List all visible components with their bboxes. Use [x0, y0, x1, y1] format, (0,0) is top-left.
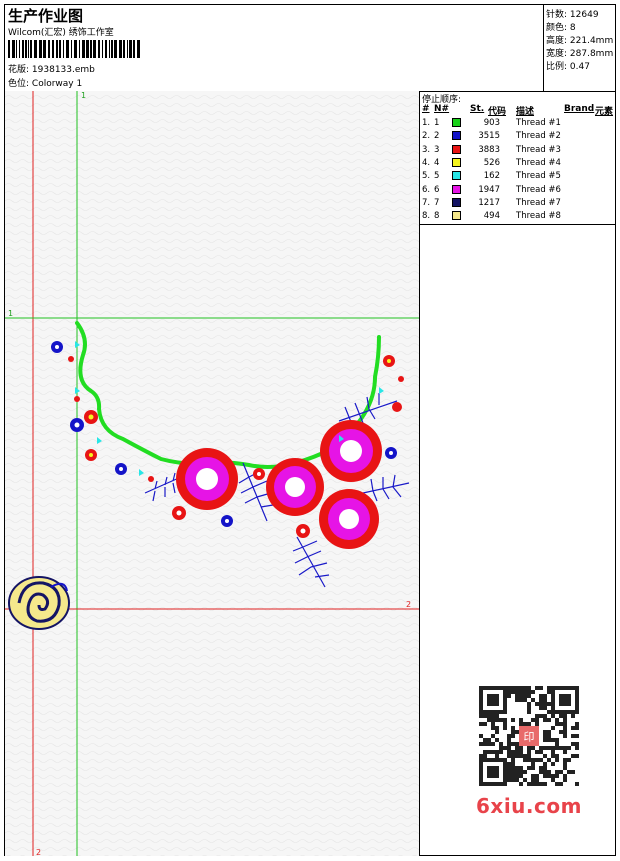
- color-swatch: [452, 184, 461, 194]
- needle-number: 6: [434, 184, 440, 195]
- col-header: St.: [470, 104, 485, 114]
- work-sheet: 生产作业图 Wilcom(汇宏) 绣饰工作室 花版: 1938133.emb 色…: [4, 4, 616, 856]
- colorway-line: 色位: Colorway 1: [8, 76, 82, 89]
- color-swatch: [452, 157, 461, 167]
- company-name: Wilcom(汇宏) 绣饰工作室: [8, 28, 114, 38]
- thread-description: Thread #3: [516, 144, 561, 155]
- stitches-value: 12649: [569, 10, 599, 20]
- thread-row: 8. 8 494 Thread #8: [420, 211, 615, 224]
- needle-number: 5: [434, 171, 440, 182]
- stop-sequence-panel: 停止顺序: # N# St. 代码 描述 Brand 元素 1. 1 903 Thre…: [420, 91, 615, 856]
- header-info: 生产作业图 Wilcom(汇宏) 绣饰工作室 花版: 1938133.emb 色…: [5, 5, 544, 91]
- page-title: 生产作业图: [8, 7, 84, 25]
- stop-number: 4.: [422, 157, 431, 168]
- color-swatch: [452, 211, 461, 221]
- watermark: 6xiu.com: [476, 794, 582, 818]
- needle-number: 3: [434, 144, 440, 155]
- header: 生产作业图 Wilcom(汇宏) 绣饰工作室 花版: 1938133.emb 色…: [5, 5, 615, 92]
- file-label: 花版:: [8, 65, 30, 75]
- thread-description: Thread #7: [516, 197, 561, 208]
- thread-row: 7. 7 1217 Thread #7: [420, 197, 615, 211]
- colors-value: 8: [569, 23, 576, 33]
- stat-stitches: 针数: 12649: [546, 10, 599, 20]
- stat-scale: 比例: 0.47: [546, 62, 590, 72]
- col-header: N#: [434, 104, 450, 114]
- height-value: 221.4mm: [569, 36, 614, 46]
- thread-row: 5. 5 162 Thread #5: [420, 171, 615, 184]
- colorway-value: Colorway 1: [31, 79, 83, 89]
- stitch-count: 903: [483, 118, 500, 128]
- barcode: [8, 40, 140, 58]
- embroidery-design: 1 1 2 2: [5, 91, 419, 856]
- stitch-count: 1947: [478, 184, 500, 195]
- thread-row: 2. 2 3515 Thread #2: [420, 131, 615, 144]
- scale-value: 0.47: [569, 62, 590, 72]
- file-name: 1938133.emb: [31, 65, 95, 75]
- stop-number: 2.: [422, 131, 431, 142]
- stitch-count: 3515: [478, 131, 500, 142]
- rose-motif: [8, 576, 70, 630]
- colorway-label: 色位:: [8, 79, 30, 89]
- stop-number: 1.: [422, 118, 431, 128]
- sequence-header: # N# St. 代码 描述 Brand 元素: [420, 104, 615, 117]
- width-value: 287.8mm: [569, 49, 614, 59]
- stat-width: 宽度: 287.8mm: [546, 49, 614, 59]
- stop-number: 3.: [422, 144, 431, 155]
- col-header: 元素: [595, 107, 614, 117]
- stop-number: 6.: [422, 184, 431, 195]
- stitch-count: 162: [483, 171, 500, 182]
- needle-number: 7: [434, 197, 440, 208]
- stitch-count: 494: [483, 211, 500, 222]
- thread-description: Thread #2: [516, 131, 561, 142]
- stitch-count: 1217: [478, 197, 500, 208]
- large-flower: [320, 420, 382, 482]
- thread-description: Thread #6: [516, 184, 561, 195]
- stitch-count: 3883: [478, 144, 500, 155]
- thread-description: Thread #8: [516, 211, 561, 222]
- file-line: 花版: 1938133.emb: [8, 62, 95, 75]
- thread-row: 6. 6 1947 Thread #6: [420, 184, 615, 198]
- col-header: #: [422, 104, 430, 114]
- stat-height: 高度: 221.4mm: [546, 36, 614, 46]
- thread-description: Thread #4: [516, 157, 561, 168]
- table-divider: [420, 224, 615, 225]
- design-preview: 1 1 2 2: [5, 91, 420, 856]
- thread-description: Thread #1: [516, 118, 561, 128]
- needle-number: 2: [434, 131, 440, 142]
- needle-number: 8: [434, 211, 440, 222]
- stop-number: 5.: [422, 171, 431, 182]
- large-flower: [319, 489, 379, 549]
- svg-text:印: 印: [524, 730, 535, 743]
- stat-colors: 颜色: 8: [546, 23, 576, 33]
- guide-label-v1: 1: [81, 91, 86, 100]
- thread-row: 3. 3 3883 Thread #3: [420, 144, 615, 158]
- stop-number: 8.: [422, 211, 431, 222]
- color-swatch: [452, 131, 461, 141]
- design-stats: 针数: 12649 颜色: 8 高度: 221.4mm 宽度: 287.8mm …: [543, 5, 615, 91]
- needle-number: 1: [434, 118, 440, 128]
- guide-label-h2: 2: [406, 600, 411, 609]
- large-flower: [176, 448, 238, 510]
- guide-label-h1: 1: [8, 309, 13, 318]
- qr-code: 印: [471, 683, 587, 789]
- thread-row: 1. 1 903 Thread #1: [420, 118, 615, 131]
- guide-label-v2: 2: [36, 848, 41, 856]
- thread-row: 4. 4 526 Thread #4: [420, 157, 615, 171]
- stitch-count: 526: [483, 157, 500, 168]
- large-flower: [266, 458, 324, 516]
- col-header: Brand: [564, 104, 595, 114]
- color-swatch: [452, 118, 461, 127]
- color-swatch: [452, 197, 461, 207]
- thread-description: Thread #5: [516, 171, 561, 182]
- col-header: 代码: [488, 107, 507, 117]
- color-swatch: [452, 144, 461, 154]
- col-header: 描述: [516, 107, 535, 117]
- needle-number: 4: [434, 157, 440, 168]
- color-swatch: [452, 171, 461, 181]
- stop-number: 7.: [422, 197, 431, 208]
